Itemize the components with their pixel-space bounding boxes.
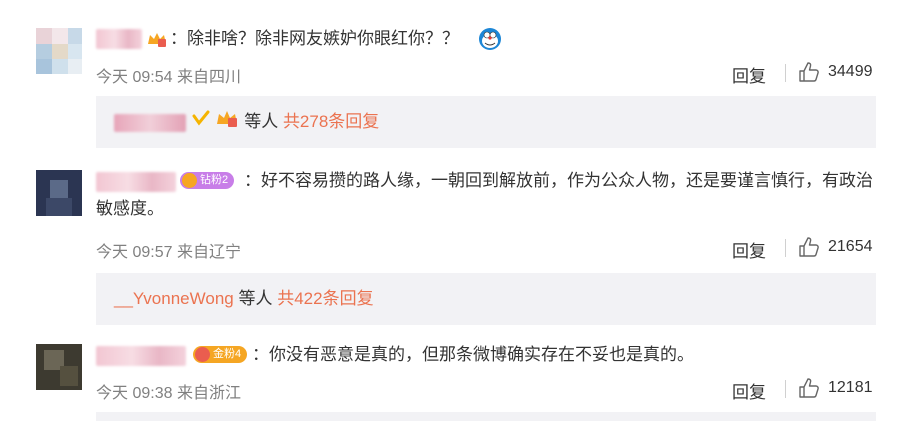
crown-icon xyxy=(215,97,239,149)
subreply-username[interactable]: __YvonneWong xyxy=(114,289,234,308)
subreply-suffix: 等人 xyxy=(244,112,279,131)
subreply-summary[interactable]: 等人 共278条回复 xyxy=(96,96,876,148)
subreply-username[interactable] xyxy=(114,113,186,132)
like-count: 21654 xyxy=(828,238,873,255)
reply-button[interactable]: 回复 xyxy=(732,62,766,87)
subreply-line: 等人 共278条回复 xyxy=(114,96,379,149)
comment-time: 今天 09:57 xyxy=(96,244,173,261)
divider xyxy=(785,380,786,398)
like-count: 12181 xyxy=(828,379,873,396)
comment-location: 来自浙江 xyxy=(176,385,241,402)
comment-time: 今天 09:38 xyxy=(96,385,173,402)
subreply-line: __YvonneWong 等人 共422条回复 xyxy=(114,273,374,325)
fan-badge-icon xyxy=(195,347,210,362)
vip-icon xyxy=(146,30,168,48)
divider xyxy=(785,239,786,257)
like-icon[interactable] xyxy=(798,61,820,83)
comment-location: 来自四川 xyxy=(176,69,241,86)
like-count: 34499 xyxy=(828,63,873,80)
reply-button[interactable]: 回复 xyxy=(732,237,766,262)
subreply-total-link[interactable]: 共278条回复 xyxy=(283,112,379,131)
doraemon-emoji xyxy=(478,27,502,56)
comment-text: ：好不容易攒的路人缘，一朝回到解放前，作为公众人物，还是要谨言慎行，有政治敏感度… xyxy=(96,171,873,218)
avatar[interactable] xyxy=(36,344,82,390)
comment-meta: 今天 09:57 来自辽宁 xyxy=(96,238,241,262)
avatar[interactable] xyxy=(36,28,82,74)
subreply-total-link[interactable]: 共422条回复 xyxy=(277,289,373,308)
comment-meta: 今天 09:38 来自浙江 xyxy=(96,379,241,403)
username[interactable] xyxy=(96,346,186,366)
like-icon[interactable] xyxy=(798,236,820,258)
subreply-summary[interactable]: __YvonneWong 等人 共422条回复 xyxy=(96,273,876,325)
divider xyxy=(785,64,786,82)
comment-text: ：你没有恶意是真的，但那条微博确实存在不妥也是真的。 xyxy=(252,345,694,364)
fan-badge-label: 金粉4 xyxy=(213,348,242,360)
reply-button[interactable]: 回复 xyxy=(732,378,766,403)
comment-time: 今天 09:54 xyxy=(96,69,173,86)
check-icon xyxy=(191,97,211,149)
comment-meta: 今天 09:54 来自四川 xyxy=(96,63,241,87)
username[interactable] xyxy=(96,29,142,49)
like-icon[interactable] xyxy=(798,377,820,399)
subreply-suffix: 等人 xyxy=(238,289,273,308)
comment-location: 来自辽宁 xyxy=(176,244,241,261)
avatar[interactable] xyxy=(36,170,82,216)
comment-text: ：除非啥？除非网友嫉妒你眼红你？？ xyxy=(170,29,459,48)
fan-badge: 金粉4 xyxy=(193,346,248,363)
subreply-summary-partial[interactable] xyxy=(96,412,876,421)
